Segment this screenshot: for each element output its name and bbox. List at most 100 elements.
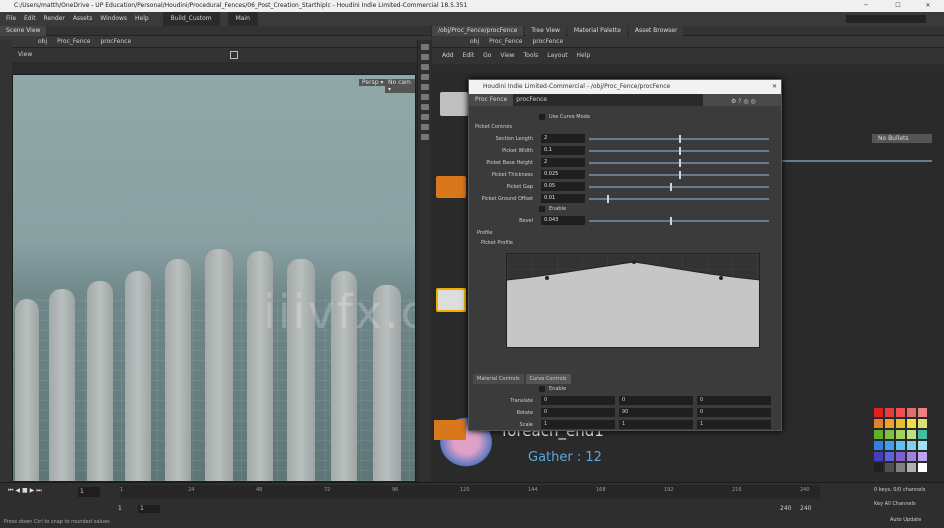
color-swatch[interactable] xyxy=(874,430,883,439)
section-picket-controls[interactable]: Picket Controls xyxy=(475,122,787,132)
color-swatch[interactable] xyxy=(907,441,916,450)
bevel-slider[interactable] xyxy=(589,217,769,225)
enable-checkbox[interactable] xyxy=(539,206,545,212)
transform-field[interactable]: 1 xyxy=(541,420,615,429)
minimize-icon[interactable]: ─ xyxy=(852,0,880,12)
enable2-checkbox[interactable] xyxy=(539,386,545,392)
param-slider[interactable] xyxy=(589,195,769,203)
transform-field[interactable]: 90 xyxy=(619,408,693,417)
key-all-button[interactable]: Key All Channels xyxy=(874,501,916,507)
net-slider[interactable] xyxy=(782,160,932,162)
visibility-icon[interactable] xyxy=(420,134,429,140)
ramp-point[interactable] xyxy=(632,260,636,264)
color-swatch[interactable] xyxy=(907,408,916,417)
camera-icon[interactable] xyxy=(420,114,429,120)
camera-menu[interactable]: No cam ▾ xyxy=(385,79,415,93)
param-slider[interactable] xyxy=(589,183,769,191)
search-field[interactable] xyxy=(846,15,926,23)
path-obj[interactable]: obj xyxy=(38,38,47,45)
tab-material-palette[interactable]: Material Palette xyxy=(567,26,627,36)
param-slider[interactable] xyxy=(589,159,769,167)
param-slider[interactable] xyxy=(589,135,769,143)
tab-asset-browser[interactable]: Asset Browser xyxy=(628,26,684,36)
ramp-point[interactable] xyxy=(545,276,549,280)
transform-field[interactable]: 0 xyxy=(619,396,693,405)
color-swatch[interactable] xyxy=(885,430,894,439)
color-swatch[interactable] xyxy=(885,441,894,450)
color-swatch[interactable] xyxy=(907,452,916,461)
param-field[interactable]: 0.025 xyxy=(541,170,585,179)
tab-network[interactable]: /obj/Proc_Fence/procFence xyxy=(432,26,524,36)
color-swatch[interactable] xyxy=(896,419,905,428)
network-node-selected[interactable] xyxy=(436,288,466,312)
persp-menu[interactable]: Persp ▾ xyxy=(359,79,387,86)
param-slider-knob[interactable] xyxy=(670,183,672,191)
net-menu-view[interactable]: View xyxy=(500,52,514,59)
scene-viewport[interactable]: Persp ▾ No cam ▾ iiivfx.com xyxy=(12,74,416,482)
tab-scene-view[interactable]: Scene View xyxy=(0,26,47,36)
end-frame-field[interactable]: 240 xyxy=(800,505,811,512)
net-path-procfence[interactable]: procFence xyxy=(532,38,563,45)
color-swatch[interactable] xyxy=(907,430,916,439)
frame-ruler[interactable]: 1 24 48 72 96 120 144 168 192 216 240 xyxy=(120,485,820,499)
net-menu-add[interactable]: Add xyxy=(442,52,454,59)
transform-icon[interactable] xyxy=(420,54,429,60)
param-slider-knob[interactable] xyxy=(679,159,681,167)
menu-edit[interactable]: Edit xyxy=(24,15,36,22)
ramp-point[interactable] xyxy=(719,276,723,280)
tab-profile[interactable]: Profile xyxy=(477,228,789,238)
transform-field[interactable]: 1 xyxy=(697,420,771,429)
bullets-select[interactable]: No Bullets xyxy=(872,134,932,143)
color-swatch[interactable] xyxy=(907,419,916,428)
param-field[interactable]: 0.05 xyxy=(541,182,585,191)
display-option-icon[interactable] xyxy=(230,51,238,59)
color-swatch[interactable] xyxy=(874,441,883,450)
color-swatch[interactable] xyxy=(896,430,905,439)
color-palette[interactable] xyxy=(874,408,944,482)
transform-field[interactable]: 0 xyxy=(697,408,771,417)
color-swatch[interactable] xyxy=(874,419,883,428)
grid-icon[interactable] xyxy=(420,104,429,110)
network-node[interactable] xyxy=(440,92,468,116)
color-swatch[interactable] xyxy=(918,441,927,450)
color-swatch[interactable] xyxy=(918,452,927,461)
tab-material-controls[interactable]: Material Controls xyxy=(473,374,524,384)
bevel-slider-knob[interactable] xyxy=(670,217,672,225)
color-swatch[interactable] xyxy=(907,463,916,472)
net-menu-go[interactable]: Go xyxy=(483,52,491,59)
param-slider-knob[interactable] xyxy=(607,195,609,203)
menu-file[interactable]: File xyxy=(6,15,16,22)
tab-curve-controls[interactable]: Curve Controls xyxy=(525,374,571,384)
menu-render[interactable]: Render xyxy=(44,15,65,22)
param-field[interactable]: 0.1 xyxy=(541,146,585,155)
param-field[interactable]: 0.01 xyxy=(541,194,585,203)
desktop-main-select[interactable]: Main xyxy=(227,12,258,26)
curve-mode-checkbox[interactable] xyxy=(539,114,545,120)
path-procfence[interactable]: procFence xyxy=(100,38,131,45)
net-path-obj[interactable]: obj xyxy=(470,38,479,45)
light-icon[interactable] xyxy=(420,124,429,130)
param-slider-knob[interactable] xyxy=(679,171,681,179)
menu-help[interactable]: Help xyxy=(135,15,149,22)
param-tool-icons[interactable]: ⚙ ? ◎ ◎ xyxy=(731,96,771,105)
handle-icon[interactable] xyxy=(420,84,429,90)
param-slider-knob[interactable] xyxy=(679,135,681,143)
transform-field[interactable]: 0 xyxy=(541,408,615,417)
close-icon[interactable]: ✕ xyxy=(914,0,942,12)
auto-update-select[interactable]: Auto Update xyxy=(890,517,921,523)
param-slider[interactable] xyxy=(589,171,769,179)
param-slider[interactable] xyxy=(589,147,769,155)
desktop-build-select[interactable]: Build_Custom xyxy=(162,12,220,26)
param-slider-knob[interactable] xyxy=(679,147,681,155)
net-menu-layout[interactable]: Layout xyxy=(547,52,567,59)
end-frame[interactable]: 240 xyxy=(780,505,791,512)
transform-field[interactable]: 0 xyxy=(697,396,771,405)
snap-icon[interactable] xyxy=(420,94,429,100)
color-swatch[interactable] xyxy=(896,408,905,417)
color-swatch[interactable] xyxy=(885,463,894,472)
start-frame[interactable]: 1 xyxy=(118,505,122,512)
menu-assets[interactable]: Assets xyxy=(73,15,93,22)
color-swatch[interactable] xyxy=(885,419,894,428)
color-swatch[interactable] xyxy=(874,408,883,417)
net-path-proc-fence[interactable]: Proc_Fence xyxy=(489,38,522,45)
